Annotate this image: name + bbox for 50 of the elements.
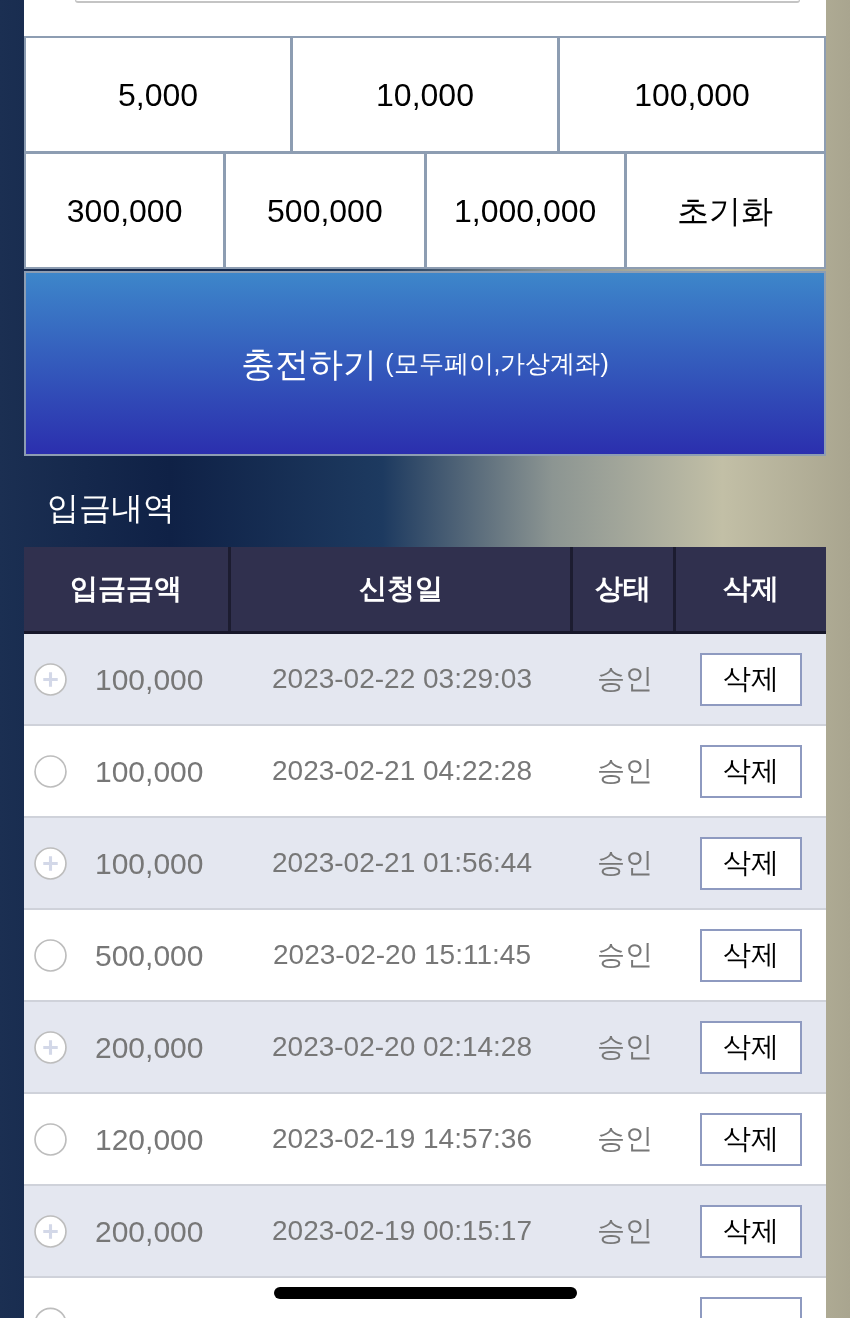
date-text: 2023-02-22 03:29:03 xyxy=(272,662,532,696)
column-header: 상태 xyxy=(573,547,676,631)
amount-button[interactable]: 10,000 xyxy=(293,38,557,151)
circle-icon[interactable] xyxy=(34,1122,67,1156)
input-field[interactable] xyxy=(75,0,800,3)
date-text: 2023-02-20 15:11:45 xyxy=(273,938,531,972)
amount-text: 200,000 xyxy=(95,1213,204,1250)
delete-button[interactable]: 삭제 xyxy=(700,1204,802,1258)
column-header: 삭제 xyxy=(722,572,780,606)
amount-text: 100,000 xyxy=(95,661,204,698)
date-text: 2023-02-19 14:57:36 xyxy=(272,1122,532,1156)
date-text: 2023-02-19 00:15:17 xyxy=(272,1214,532,1248)
amount-button[interactable]: 300,000 xyxy=(26,154,224,267)
status-text: 승인 xyxy=(596,662,653,696)
column-header: 입금금액 xyxy=(24,547,231,631)
delete-button[interactable]: 삭제 xyxy=(700,1112,802,1166)
plus-circle-icon[interactable] xyxy=(34,1214,67,1248)
section-title: 입금내역 xyxy=(47,491,175,524)
delete-button[interactable]: 삭제 xyxy=(700,928,802,982)
delete-button[interactable]: 삭제 xyxy=(700,652,802,706)
amount-button[interactable]: 500,000 xyxy=(226,154,424,267)
amount-button[interactable]: 1,000,000 xyxy=(426,154,624,267)
status-text: 승인 xyxy=(596,1030,653,1064)
date-text: 2023-02-21 01:56:44 xyxy=(272,846,532,880)
charge-button[interactable]: 충전하기 (모두페이,가상계좌) xyxy=(24,271,826,456)
delete-button[interactable]: 삭제 xyxy=(700,836,802,890)
plus-circle-icon[interactable] xyxy=(34,846,67,880)
circle-icon[interactable] xyxy=(34,938,67,972)
amount-text: 100,000 xyxy=(95,845,204,882)
status-text: 승인 xyxy=(596,754,653,788)
amount-text: 120,000 xyxy=(95,1121,204,1158)
column-header: 신청일 xyxy=(231,547,573,631)
amount-button[interactable]: 초기화 xyxy=(626,154,824,267)
amount-button[interactable]: 5,000 xyxy=(26,38,290,151)
status-text: 승인 xyxy=(596,1214,653,1248)
circle-icon[interactable] xyxy=(34,754,67,788)
delete-button[interactable] xyxy=(700,1297,802,1318)
delete-button[interactable]: 삭제 xyxy=(700,744,802,798)
status-text: 승인 xyxy=(596,846,653,880)
amount-text: 200,000 xyxy=(95,1029,204,1066)
status-text: 승인 xyxy=(596,1122,653,1156)
amount-text: 100,000 xyxy=(95,753,204,790)
status-text: 승인 xyxy=(596,938,653,972)
amount-text: 500,000 xyxy=(95,937,204,974)
date-text: 2023-02-20 02:14:28 xyxy=(272,1030,532,1064)
plus-circle-icon[interactable] xyxy=(34,1030,67,1064)
date-text: 2023-02-21 04:22:28 xyxy=(272,754,532,788)
delete-button[interactable]: 삭제 xyxy=(700,1020,802,1074)
amount-button[interactable]: 100,000 xyxy=(560,38,824,151)
plus-circle-icon[interactable] xyxy=(34,662,67,696)
